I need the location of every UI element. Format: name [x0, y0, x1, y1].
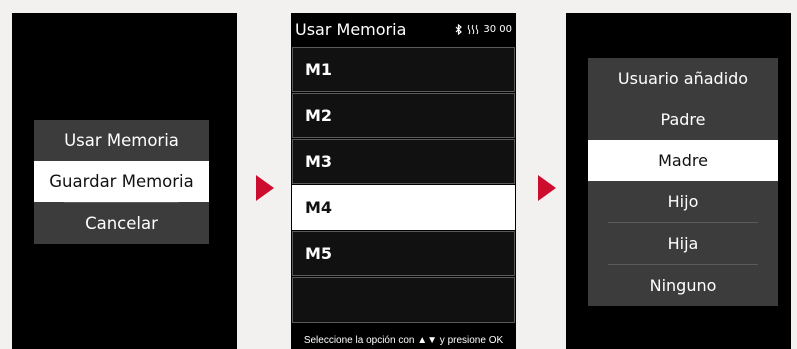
user-menu-title: Usuario añadido — [617, 69, 749, 88]
list-item-m3[interactable]: M3 — [292, 139, 515, 184]
instruction-footer: Seleccione la opción con ▲▼ y presione O… — [303, 335, 504, 346]
status-bar: 30 00 — [455, 24, 512, 35]
list-item-m1[interactable]: M1 — [292, 47, 515, 92]
list-item-m2[interactable]: M2 — [292, 93, 515, 138]
user-menu: Usuario añadido Padre Madre Hijo Hija Ni… — [588, 58, 778, 306]
user-option-ninguno[interactable]: Ninguno — [588, 265, 778, 306]
bluetooth-icon — [455, 24, 463, 35]
screen-title: Usar Memoria — [295, 20, 407, 39]
user-option-madre[interactable]: Madre — [588, 140, 778, 181]
screen-left: Usar Memoria Guardar Memoria Cancelar — [12, 13, 237, 349]
screen-header: Usar Memoria 30 00 — [291, 13, 516, 48]
list-item-m4[interactable]: M4 — [292, 185, 515, 230]
menu-option-cancelar[interactable]: Cancelar — [34, 203, 209, 244]
menu-option-guardar-memoria[interactable]: Guardar Memoria — [34, 161, 209, 202]
user-option-padre[interactable]: Padre — [588, 99, 778, 140]
next-step-arrow-icon — [256, 175, 274, 201]
menu-option-usar-memoria[interactable]: Usar Memoria — [34, 120, 209, 161]
user-option-hija[interactable]: Hija — [588, 223, 778, 264]
timer-readout: 30 00 — [483, 24, 512, 35]
memory-list: M1 M2 M3 M4 M5 — [292, 47, 515, 324]
heat-waves-icon — [468, 24, 479, 35]
list-item-m5[interactable]: M5 — [292, 231, 515, 276]
screen-middle: Usar Memoria 30 00 M1 M2 M3 M4 M5 Selecc… — [291, 13, 516, 349]
screen-right: Usuario añadido Padre Madre Hijo Hija Ni… — [566, 13, 791, 349]
memory-menu: Usar Memoria Guardar Memoria Cancelar — [34, 120, 209, 244]
next-step-arrow-icon — [538, 175, 556, 201]
stage: Usar Memoria Guardar Memoria Cancelar Us… — [0, 0, 797, 349]
list-item-empty — [292, 277, 515, 323]
user-option-hijo[interactable]: Hijo — [588, 181, 778, 222]
